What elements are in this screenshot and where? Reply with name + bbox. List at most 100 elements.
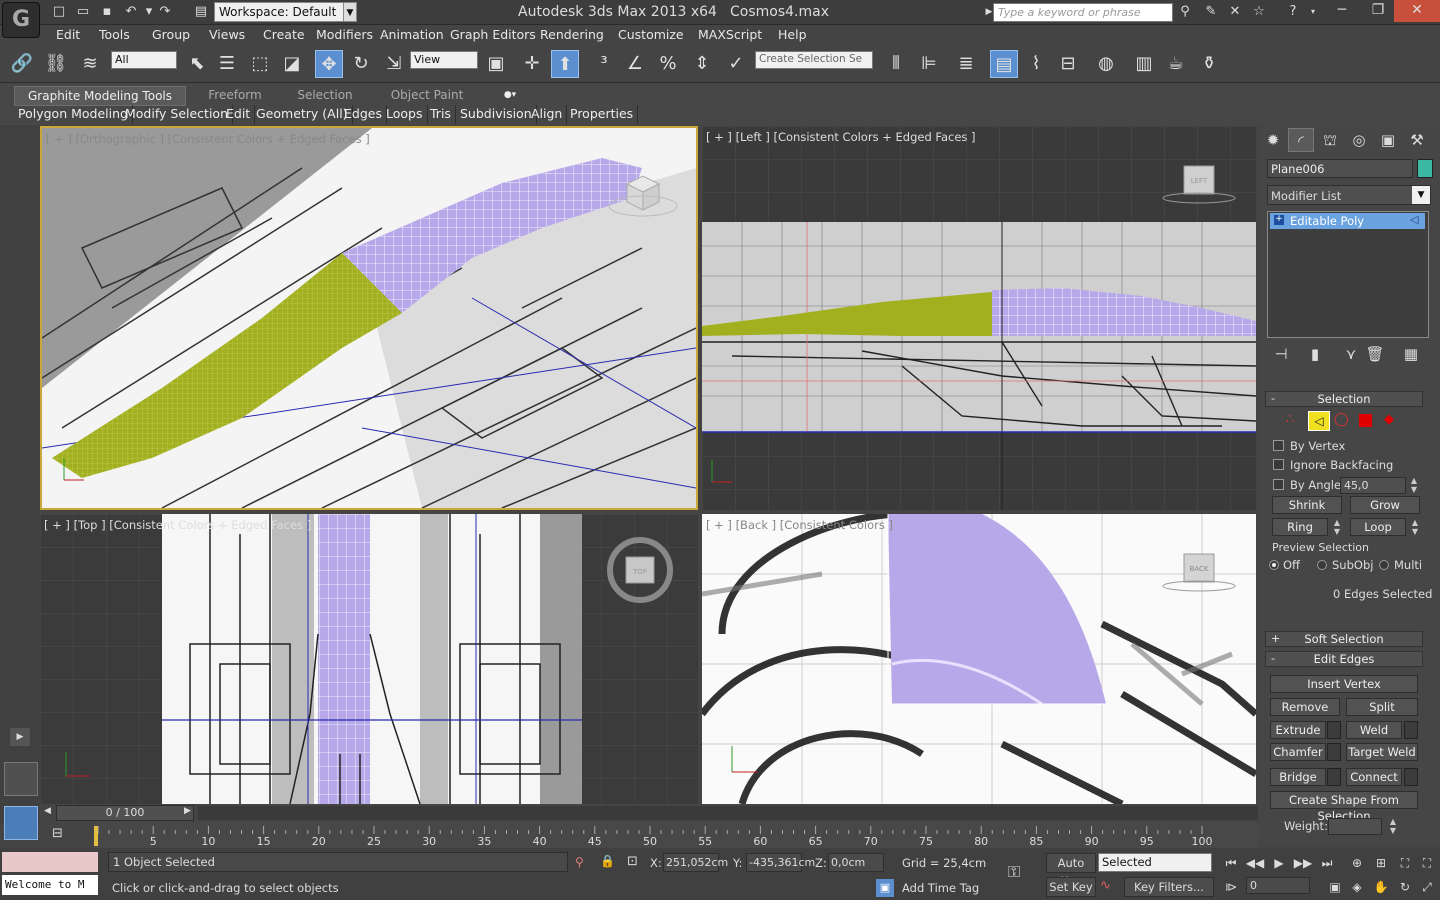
- ribbon-geometry-all[interactable]: Geometry (All): [252, 105, 353, 124]
- select-and-scale-icon[interactable]: ⇲: [380, 50, 408, 78]
- y-coordinate-field[interactable]: -435,361cm: [746, 853, 815, 872]
- add-time-tag-button[interactable]: Add Time Tag: [902, 881, 979, 895]
- make-unique-icon[interactable]: ⋎: [1338, 342, 1364, 366]
- angle-spinner-icon[interactable]: ▲ ▼: [1407, 476, 1421, 494]
- chamfer-button[interactable]: Chamfer: [1270, 743, 1326, 761]
- ribbon-tab-freeform[interactable]: Freeform: [200, 86, 270, 106]
- border-mode-icon[interactable]: ◯: [1334, 412, 1349, 427]
- named-selection-input[interactable]: Create Selection Se: [755, 51, 873, 69]
- mirror-icon[interactable]: ⫴: [882, 50, 910, 78]
- time-config-icon[interactable]: ▣: [1324, 877, 1346, 897]
- bridge-settings-icon[interactable]: [1327, 768, 1341, 786]
- absolute-mode-icon[interactable]: ⊡: [627, 854, 638, 869]
- by-angle-checkbox[interactable]: [1273, 479, 1284, 490]
- ring-spinner-icon[interactable]: ▲ ▼: [1330, 518, 1344, 536]
- viewport-label-top[interactable]: [ + ] [Top ] [Consistent Colors + Edged …: [44, 518, 311, 532]
- ribbon-properties[interactable]: Properties: [566, 105, 639, 124]
- maxscript-listener-bottom[interactable]: Welcome to M: [2, 875, 98, 895]
- menu-create[interactable]: Create: [263, 27, 305, 42]
- spinner-snap-icon[interactable]: ⇕: [688, 50, 716, 78]
- target-weld-button[interactable]: Target Weld: [1346, 743, 1418, 761]
- set-key-button[interactable]: Set Key: [1046, 877, 1096, 897]
- chevron-down-icon[interactable]: ▼: [1412, 186, 1430, 204]
- schematic-view-icon[interactable]: ⊟: [1054, 50, 1082, 78]
- time-prev-icon[interactable]: ◀: [44, 806, 56, 820]
- help-dropdown-icon[interactable]: ▾: [1304, 3, 1322, 21]
- angle-snap-icon[interactable]: ∠: [621, 50, 649, 78]
- ribbon-tab-object-paint[interactable]: Object Paint: [386, 86, 468, 106]
- grow-button[interactable]: Grow: [1350, 496, 1420, 514]
- save-file-icon[interactable]: ▪: [98, 3, 116, 21]
- favorites-star-icon[interactable]: ☆: [1250, 3, 1268, 21]
- graphite-toggle-icon[interactable]: ▤: [990, 50, 1018, 78]
- viewport-label-back[interactable]: [ + ] [Back ] [Consistent Colors ]: [706, 518, 893, 532]
- key-mode-toggle-icon[interactable]: ⧐: [1220, 877, 1242, 897]
- ring-button[interactable]: Ring: [1272, 518, 1328, 536]
- angle-value-field[interactable]: 45,0: [1340, 477, 1406, 494]
- polygon-mode-icon[interactable]: [1359, 414, 1372, 427]
- menu-help[interactable]: Help: [778, 27, 807, 42]
- menu-tools[interactable]: Tools: [99, 27, 130, 42]
- chevron-down-icon[interactable]: ▼: [343, 2, 357, 22]
- viewport-label-left[interactable]: [ + ] [Left ] [Consistent Colors + Edged…: [706, 130, 976, 144]
- ribbon-polygon-modeling[interactable]: Polygon Modeling: [14, 105, 133, 124]
- element-mode-icon[interactable]: ◆: [1384, 412, 1394, 427]
- maxscript-listener-top[interactable]: [2, 852, 98, 872]
- play-icon[interactable]: ▶: [1268, 853, 1290, 873]
- pin-stack-icon[interactable]: ⊣: [1268, 342, 1294, 366]
- close-icon[interactable]: ✕: [1394, 0, 1440, 22]
- preview-multi-radio[interactable]: [1379, 560, 1389, 570]
- chamfer-settings-icon[interactable]: [1327, 743, 1341, 761]
- maximize-viewport-icon[interactable]: ⤢: [1416, 877, 1438, 897]
- rendered-frame-icon[interactable]: ☕: [1162, 50, 1190, 78]
- minimize-icon[interactable]: ─: [1324, 0, 1360, 22]
- viewport-layout-icon[interactable]: [4, 762, 38, 796]
- create-tab-icon[interactable]: ✹: [1260, 128, 1286, 152]
- pan-icon[interactable]: ✋: [1370, 877, 1392, 897]
- menu-animation[interactable]: Animation: [380, 27, 444, 42]
- restore-icon[interactable]: ❐: [1360, 0, 1396, 22]
- project-folder-icon[interactable]: ▤: [192, 3, 210, 21]
- selection-filter-dropdown[interactable]: All: [111, 51, 177, 69]
- help-icon[interactable]: ?: [1284, 3, 1302, 21]
- ribbon-align[interactable]: Align: [527, 105, 568, 124]
- app-menu-logo-icon[interactable]: G: [2, 2, 40, 38]
- time-slider-track[interactable]: [198, 806, 1258, 820]
- extrude-settings-icon[interactable]: [1327, 721, 1341, 739]
- zoom-icon[interactable]: ⊕: [1346, 853, 1368, 873]
- ribbon-tab-graphite[interactable]: Graphite Modeling Tools: [14, 86, 186, 106]
- viewport-top[interactable]: TOP [ + ] [Top ] [Consistent Colors + Ed…: [40, 514, 698, 804]
- viewport-left[interactable]: LEFT [ + ] [Left ] [Consistent Colors + …: [702, 126, 1256, 510]
- field-of-view-icon[interactable]: ◈: [1346, 877, 1368, 897]
- key-icon[interactable]: ⚿: [1008, 862, 1020, 882]
- viewport-layout-active-icon[interactable]: [4, 806, 38, 840]
- insert-vertex-button[interactable]: Insert Vertex: [1270, 675, 1418, 693]
- previous-frame-icon[interactable]: ◀◀: [1244, 853, 1266, 873]
- zoom-extents-all-icon[interactable]: ⛶: [1416, 853, 1438, 873]
- weld-settings-icon[interactable]: [1404, 721, 1418, 739]
- current-frame-field[interactable]: 0: [1246, 877, 1310, 894]
- search-input[interactable]: Type a keyword or phrase: [993, 3, 1173, 22]
- time-tag-icon[interactable]: ▣: [876, 879, 894, 897]
- modifier-stack[interactable]: [1267, 211, 1429, 338]
- menu-rendering[interactable]: Rendering: [540, 27, 604, 42]
- select-object-icon[interactable]: ⬉: [183, 50, 211, 78]
- snaps-toggle-icon[interactable]: ³: [590, 50, 618, 78]
- zoom-extents-icon[interactable]: ⛶: [1394, 853, 1416, 873]
- next-frame-icon[interactable]: ▶▶: [1292, 853, 1314, 873]
- time-slider[interactable]: 0 / 100: [56, 805, 194, 821]
- z-coordinate-field[interactable]: 0,0cm: [828, 853, 884, 872]
- exchange-icon[interactable]: ✕: [1226, 3, 1244, 21]
- keyboard-shortcut-toggle-icon[interactable]: ⬆: [551, 50, 579, 78]
- extrude-button[interactable]: Extrude: [1270, 721, 1326, 739]
- ribbon-loops[interactable]: Loops: [382, 105, 428, 124]
- configure-sets-icon[interactable]: ▦: [1398, 342, 1424, 366]
- rollout-soft-selection-header[interactable]: + Soft Selection: [1265, 631, 1423, 647]
- preview-off-radio[interactable]: [1269, 560, 1279, 570]
- connect-settings-icon[interactable]: [1404, 768, 1418, 786]
- render-production-icon[interactable]: ⚱: [1195, 50, 1223, 78]
- menu-customize[interactable]: Customize: [618, 27, 684, 42]
- layer-manager-icon[interactable]: ≣: [952, 50, 980, 78]
- loop-spinner-icon[interactable]: ▲ ▼: [1408, 518, 1422, 536]
- x-coordinate-field[interactable]: 251,052cm: [663, 853, 728, 872]
